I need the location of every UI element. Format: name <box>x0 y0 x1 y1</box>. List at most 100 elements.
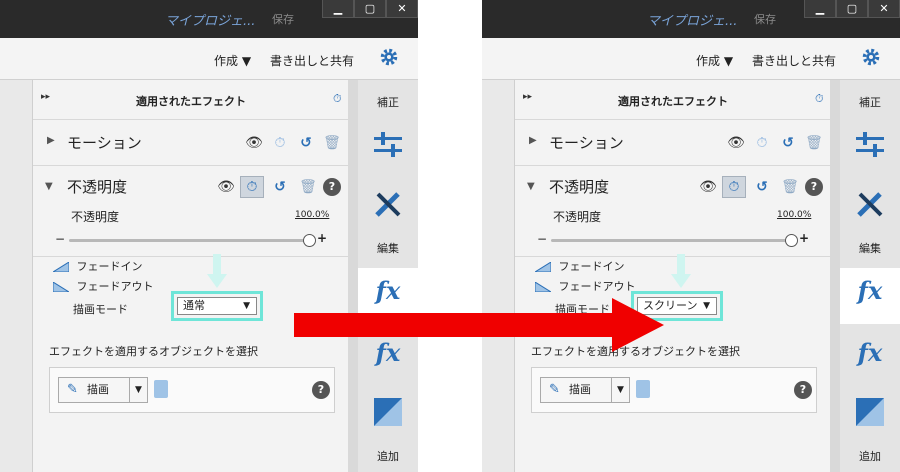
motion-effect-row[interactable]: ▶ モーション 👁 ⏱ ↺ 🗑 <box>33 120 349 166</box>
fx-icon[interactable]: fx <box>840 338 900 367</box>
tools-icon[interactable] <box>372 188 404 220</box>
opacity-param-label: 不透明度 <box>553 210 602 224</box>
minimize-button[interactable]: ▁ <box>804 0 836 18</box>
applied-effects-panel: ▸▸ 適用されたエフェクト ⏱ ▶ モーション 👁 ⏱ ↺ 🗑 ▼ 不透明度 👁… <box>514 80 831 472</box>
opacity-slider-track[interactable] <box>69 239 309 242</box>
draw-dropdown-button[interactable]: ▼ <box>130 377 148 403</box>
increase-icon[interactable]: + <box>799 231 809 245</box>
add-tab[interactable]: 追加 <box>840 448 900 464</box>
help-icon[interactable]: ? <box>312 381 330 399</box>
reset-icon[interactable]: ↺ <box>753 178 771 196</box>
close-button[interactable]: ✕ <box>868 0 900 18</box>
blend-mode-select[interactable]: 通常 ▼ <box>177 297 257 315</box>
opacity-effect-label: 不透明度 <box>549 178 610 196</box>
chevron-down-icon: ▼ <box>243 301 250 311</box>
opacity-value[interactable]: 100.0% <box>777 210 811 220</box>
tools-icon[interactable] <box>854 188 886 220</box>
help-icon[interactable]: ? <box>794 381 812 399</box>
eye-icon[interactable]: 👁 <box>727 134 745 152</box>
title-bar: マイプロジェ... 保存 ▁ ▢ ✕ <box>482 0 900 38</box>
transition-icon[interactable] <box>372 396 404 428</box>
create-menu[interactable]: 作成 ▼ <box>214 52 251 69</box>
gear-icon[interactable] <box>860 46 882 68</box>
clipboard-icon[interactable] <box>154 380 168 398</box>
eye-icon[interactable]: 👁 <box>245 134 263 152</box>
transition-icon[interactable] <box>854 396 886 428</box>
increase-icon[interactable]: + <box>317 231 327 245</box>
stopwatch-icon[interactable]: ⏱ <box>271 134 289 152</box>
collapse-arrow-icon[interactable]: ▼ <box>527 181 535 192</box>
save-button[interactable]: 保存 <box>272 11 294 27</box>
expand-arrow-icon[interactable]: ▶ <box>47 135 55 146</box>
gear-icon[interactable] <box>378 46 400 68</box>
collapse-arrow-icon[interactable]: ▼ <box>45 181 53 192</box>
sliders-icon[interactable] <box>854 128 886 160</box>
minimize-button[interactable]: ▁ <box>322 0 354 18</box>
adjust-tab[interactable]: 補正 <box>358 94 418 110</box>
eye-icon[interactable]: 👁 <box>699 178 717 196</box>
maximize-button[interactable]: ▢ <box>836 0 868 18</box>
trash-icon[interactable]: 🗑 <box>805 134 823 152</box>
stopwatch-icon[interactable]: ⏱ <box>243 178 261 196</box>
eye-icon[interactable]: 👁 <box>217 178 235 196</box>
draw-button[interactable]: ✎ 描画 <box>58 377 130 403</box>
decrease-icon[interactable]: − <box>537 232 547 246</box>
right-sidebar: 補正 編集 fx fx 追加 <box>840 80 900 472</box>
stopwatch-icon[interactable]: ⏱ <box>753 134 771 152</box>
trash-icon[interactable]: 🗑 <box>323 134 341 152</box>
fade-out-item[interactable]: フェードアウト <box>53 278 154 294</box>
draw-button-label: 描画 <box>569 383 591 396</box>
help-icon[interactable]: ? <box>805 178 823 196</box>
opacity-value[interactable]: 100.0% <box>295 210 329 220</box>
effects-header: ▸▸ 適用されたエフェクト ⏱ <box>33 80 349 120</box>
draw-button[interactable]: ✎ 描画 <box>540 377 612 403</box>
opacity-slider-thumb[interactable] <box>785 234 798 247</box>
fade-out-icon <box>53 282 69 292</box>
close-button[interactable]: ✕ <box>386 0 418 18</box>
opacity-slider-track[interactable] <box>551 239 791 242</box>
add-tab[interactable]: 追加 <box>358 448 418 464</box>
title-bar: マイプロジェ... 保存 ▁ ▢ ✕ <box>0 0 418 38</box>
stopwatch-icon[interactable]: ⏱ <box>815 92 824 106</box>
opacity-effect-row[interactable]: ▼ 不透明度 👁 ⏱ ↺ 🗑 ? <box>515 166 831 208</box>
project-name[interactable]: マイプロジェ... <box>165 10 255 29</box>
maximize-button[interactable]: ▢ <box>354 0 386 18</box>
motion-label: モーション <box>549 134 624 152</box>
effects-header: ▸▸ 適用されたエフェクト ⏱ <box>515 80 831 120</box>
trash-icon[interactable]: 🗑 <box>781 178 799 196</box>
fade-in-item[interactable]: フェードイン <box>53 258 143 274</box>
edit-tab[interactable]: 編集 <box>840 240 900 256</box>
reset-icon[interactable]: ↺ <box>779 134 797 152</box>
fade-out-item[interactable]: フェードアウト <box>535 278 636 294</box>
clipboard-icon[interactable] <box>636 380 650 398</box>
reset-icon[interactable]: ↺ <box>271 178 289 196</box>
opacity-slider-thumb[interactable] <box>303 234 316 247</box>
fx-pen-icon[interactable]: fx <box>840 276 900 305</box>
stopwatch-icon[interactable]: ⏱ <box>725 178 743 196</box>
blend-mode-highlight: 通常 ▼ <box>171 291 263 321</box>
export-share-menu[interactable]: 書き出しと共有 <box>752 52 836 69</box>
export-share-menu[interactable]: 書き出しと共有 <box>270 52 354 69</box>
opacity-effect-row[interactable]: ▼ 不透明度 👁 ⏱ ↺ 🗑 ? <box>33 166 349 208</box>
panel-after: マイプロジェ... 保存 ▁ ▢ ✕ 作成 ▼ 書き出しと共有 ▸▸ 適用された… <box>482 0 900 472</box>
reset-icon[interactable]: ↺ <box>297 134 315 152</box>
fade-in-item[interactable]: フェードイン <box>535 258 625 274</box>
adjust-tab[interactable]: 補正 <box>840 94 900 110</box>
motion-effect-row[interactable]: ▶ モーション 👁 ⏱ ↺ 🗑 <box>515 120 831 166</box>
red-arrow-icon <box>294 298 664 352</box>
scrollbar[interactable] <box>348 80 358 472</box>
trash-icon[interactable]: 🗑 <box>299 178 317 196</box>
project-name[interactable]: マイプロジェ... <box>647 10 737 29</box>
scrollbar[interactable] <box>830 80 840 472</box>
draw-dropdown-button[interactable]: ▼ <box>612 377 630 403</box>
create-menu[interactable]: 作成 ▼ <box>696 52 733 69</box>
stopwatch-icon[interactable]: ⏱ <box>333 92 342 106</box>
sliders-icon[interactable] <box>372 128 404 160</box>
edit-tab[interactable]: 編集 <box>358 240 418 256</box>
apply-target-box: ✎ 描画 ▼ ? <box>49 367 335 413</box>
help-icon[interactable]: ? <box>323 178 341 196</box>
save-button[interactable]: 保存 <box>754 11 776 27</box>
decrease-icon[interactable]: − <box>55 232 65 246</box>
panel-before: マイプロジェ... 保存 ▁ ▢ ✕ 作成 ▼ 書き出しと共有 ▸▸ 適用された… <box>0 0 418 472</box>
expand-arrow-icon[interactable]: ▶ <box>529 135 537 146</box>
